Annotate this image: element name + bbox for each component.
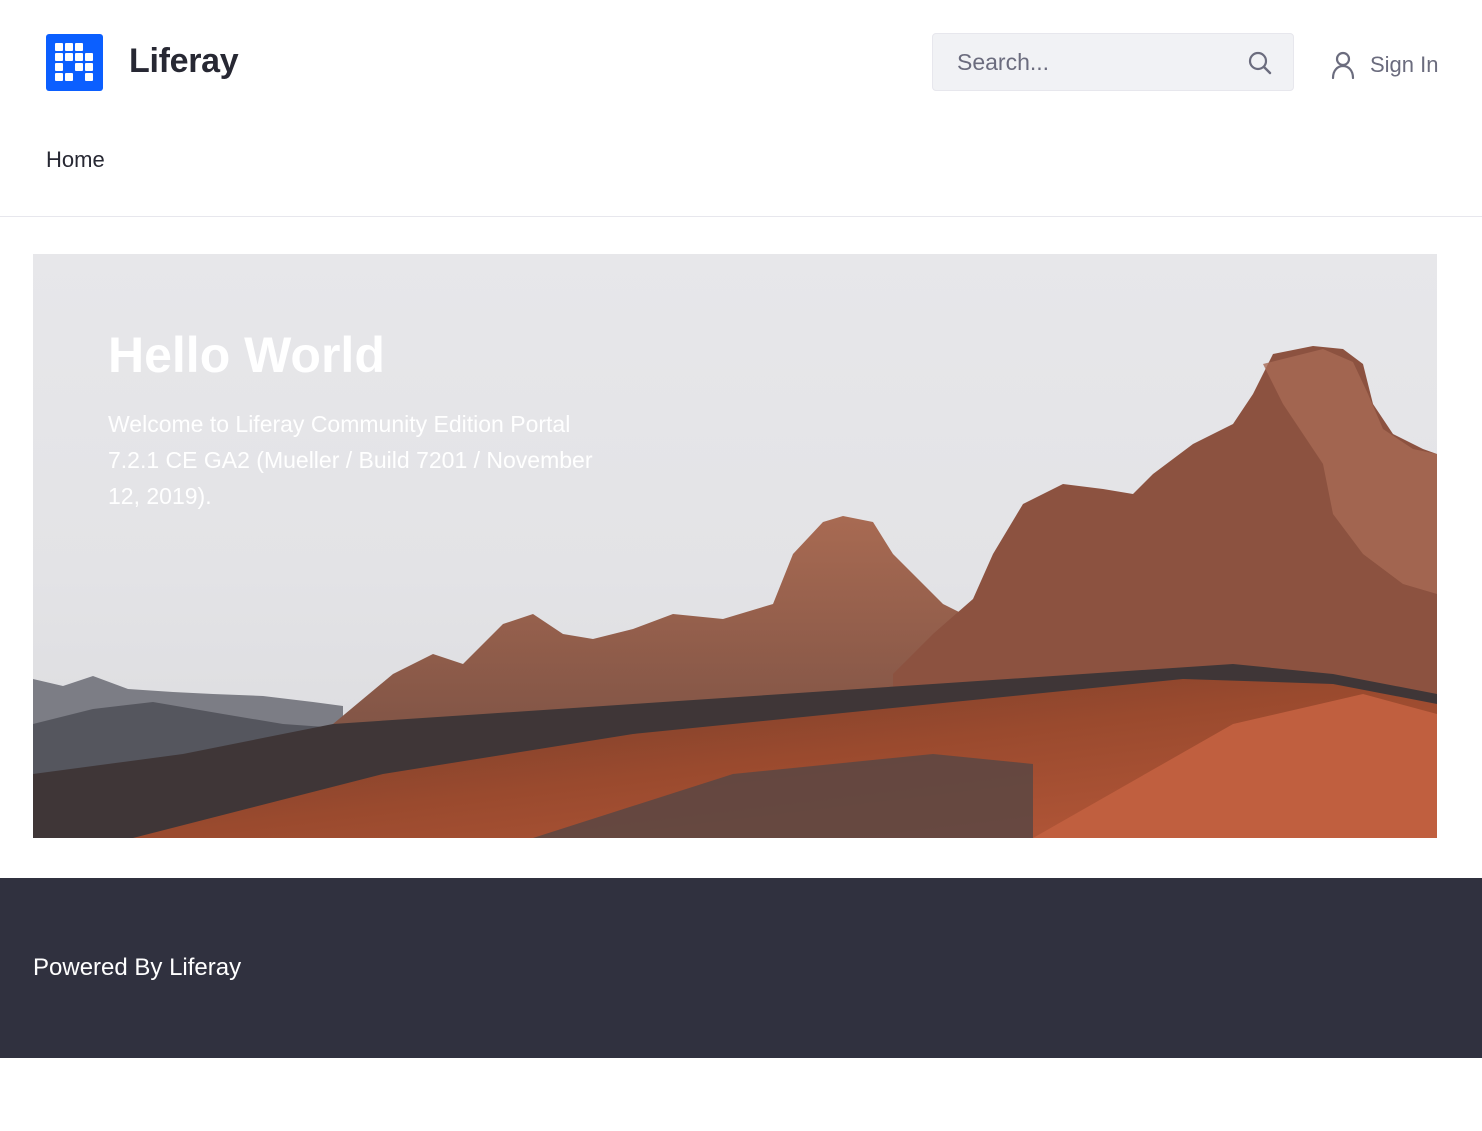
- hero-description: Welcome to Liferay Community Edition Por…: [108, 411, 593, 509]
- search-box: [932, 33, 1294, 91]
- powered-by-text: Powered By Liferay: [33, 954, 242, 981]
- hero-banner: Hello World Welcome to Liferay Community…: [33, 254, 1437, 838]
- site-name[interactable]: Liferay: [129, 42, 239, 81]
- logo-grid-icon: [55, 43, 93, 81]
- sign-in-link[interactable]: Sign In: [1330, 50, 1439, 80]
- nav-item-home[interactable]: Home: [46, 147, 105, 173]
- search-input[interactable]: [933, 34, 1233, 90]
- sign-in-label: Sign In: [1370, 52, 1439, 77]
- site-header: Liferay Sign In Home: [0, 0, 1482, 217]
- hero-title: Hello World: [108, 327, 385, 383]
- search-button[interactable]: [1245, 48, 1275, 78]
- liferay-logo[interactable]: [46, 34, 103, 91]
- user-icon: [1331, 51, 1355, 79]
- search-icon: [1248, 51, 1272, 75]
- site-footer: Powered By Liferay: [0, 878, 1482, 1058]
